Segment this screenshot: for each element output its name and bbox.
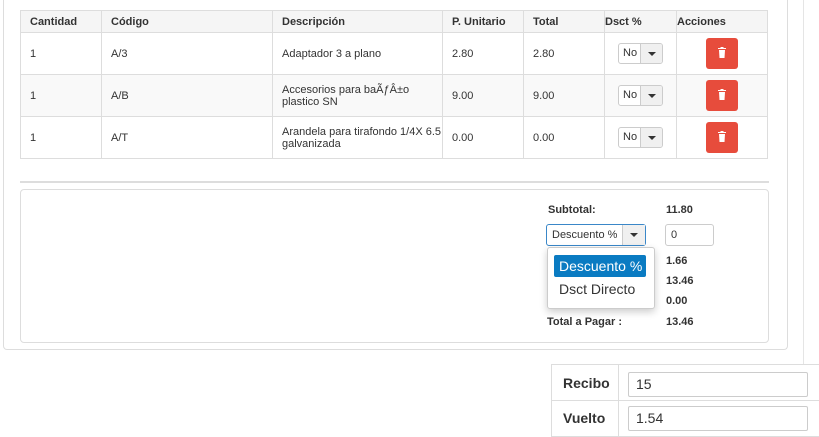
table-row: 1 A/3 Adaptador 3 a plano 2.80 2.80 No <box>20 32 768 75</box>
cell-cantidad: 1 <box>20 116 102 159</box>
dsct-select-value: No <box>623 131 638 143</box>
recibo-label: Recibo <box>563 375 610 391</box>
cash-divider <box>552 400 819 401</box>
net-amount: 13.46 <box>666 275 694 287</box>
cell-codigo: A/T <box>101 116 273 159</box>
option-dsct-directo[interactable]: Dsct Directo <box>554 278 646 300</box>
recibo-input[interactable]: 15 <box>628 372 808 397</box>
chevron-down-icon[interactable] <box>640 44 662 63</box>
cell-acciones <box>676 32 768 75</box>
cell-dsct: No <box>604 74 677 117</box>
vuelto-input[interactable]: 1.54 <box>628 406 808 431</box>
col-unitario: P. Unitario <box>442 10 524 33</box>
cell-cantidad: 1 <box>20 32 102 75</box>
table-row: 1 A/B Accesorios para baÃƒÂ±o plastico S… <box>20 74 768 117</box>
chevron-down-icon[interactable] <box>640 128 662 147</box>
cell-dsct: No <box>604 32 677 75</box>
section-divider <box>20 181 769 183</box>
cell-codigo: A/3 <box>101 32 273 75</box>
cell-acciones <box>676 116 768 159</box>
dsct-select-value: No <box>623 89 638 101</box>
table-row: 1 A/T Arandela para tirafondo 1/4X 6.5 g… <box>20 116 768 159</box>
cell-unitario: 9.00 <box>442 74 524 117</box>
cash-vertical-divider <box>618 365 619 436</box>
discount-amount: 1.66 <box>666 255 688 267</box>
vuelto-label: Vuelto <box>563 410 606 426</box>
cell-cantidad: 1 <box>20 74 102 117</box>
right-border <box>803 0 804 370</box>
cell-codigo: A/B <box>101 74 273 117</box>
col-acciones: Acciones <box>676 10 768 33</box>
cell-dsct: No <box>604 116 677 159</box>
col-cantidad: Cantidad <box>20 10 102 33</box>
discount-type-select[interactable]: Descuento % <box>546 224 646 246</box>
dsct-select[interactable]: No <box>618 127 663 148</box>
cell-acciones <box>676 74 768 117</box>
delete-button[interactable] <box>706 80 738 111</box>
delete-button[interactable] <box>706 38 738 69</box>
cell-unitario: 0.00 <box>442 116 524 159</box>
total-label: Total a Pagar : <box>547 316 622 328</box>
cell-descripcion: Arandela para tirafondo 1/4X 6.5 galvani… <box>272 116 443 159</box>
delete-button[interactable] <box>706 122 738 153</box>
dsct-select[interactable]: No <box>618 43 663 64</box>
discount-type-value: Descuento % <box>552 229 618 241</box>
col-descripcion: Descripción <box>272 10 443 33</box>
col-total: Total <box>523 10 605 33</box>
trash-icon <box>718 47 726 58</box>
cell-descripcion: Accesorios para baÃƒÂ±o plastico SN <box>272 74 443 117</box>
cell-total: 0.00 <box>523 116 605 159</box>
option-descuento-percent[interactable]: Descuento % <box>554 255 646 277</box>
totals-panel <box>20 189 769 343</box>
cell-unitario: 2.80 <box>442 32 524 75</box>
chevron-down-icon[interactable] <box>622 225 645 245</box>
discount-type-dropdown: Descuento % Dsct Directo <box>547 247 655 309</box>
subtotal-label: Subtotal: <box>548 204 596 216</box>
table-header-row: Cantidad Código Descripción P. Unitario … <box>20 10 768 33</box>
col-dsct: Dsct % <box>604 10 677 33</box>
cell-total: 9.00 <box>523 74 605 117</box>
discount-input[interactable]: 0 <box>665 224 714 246</box>
col-codigo: Código <box>101 10 273 33</box>
tax-amount: 0.00 <box>666 295 688 307</box>
dsct-select[interactable]: No <box>618 85 663 106</box>
subtotal-value: 11.80 <box>666 204 693 216</box>
total-value: 13.46 <box>666 316 694 328</box>
cell-descripcion: Adaptador 3 a plano <box>272 32 443 75</box>
chevron-down-icon[interactable] <box>640 86 662 105</box>
cell-total: 2.80 <box>523 32 605 75</box>
items-table: Cantidad Código Descripción P. Unitario … <box>20 10 768 159</box>
trash-icon <box>718 89 726 100</box>
dsct-select-value: No <box>623 47 638 59</box>
trash-icon <box>718 131 726 142</box>
